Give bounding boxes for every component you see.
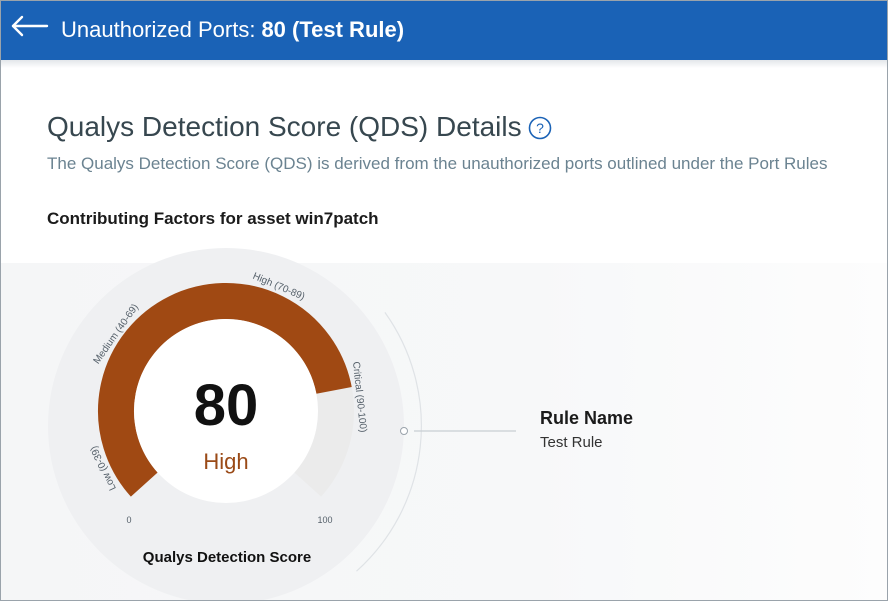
rule-name-label: Rule Name [540,408,634,428]
help-icon[interactable]: ? [528,116,552,140]
header-shadow [1,60,887,68]
header-title-prefix: Unauthorized Ports: [61,17,256,42]
qds-gauge: Low (0-39)Medium (40-69)High (70-89)Crit… [48,248,516,600]
page-title: Qualys Detection Score (QDS) Details [47,111,522,142]
gauge-min-label: 0 [126,515,131,525]
score-level: High [203,449,249,474]
rule-name-value: Test Rule [540,434,603,451]
score-value: 80 [193,373,259,438]
section-title: Contributing Factors for asset win7patch [47,209,379,228]
back-arrow-icon[interactable] [9,13,49,41]
gauge-title: Qualys Detection Score [142,549,312,566]
page-header: Unauthorized Ports: 80 (Test Rule) [1,1,887,60]
app-window: Unauthorized Ports: 80 (Test Rule) Qualys… [0,0,888,601]
header-title-rule: 80 (Test Rule) [261,17,405,42]
connector-dot [400,427,408,435]
page-description: The Qualys Detection Score (QDS) is deri… [47,154,828,173]
gauge-max-label: 100 [317,515,332,525]
header-title: Unauthorized Ports: 80 (Test Rule) [61,17,404,43]
svg-text:?: ? [536,120,544,136]
